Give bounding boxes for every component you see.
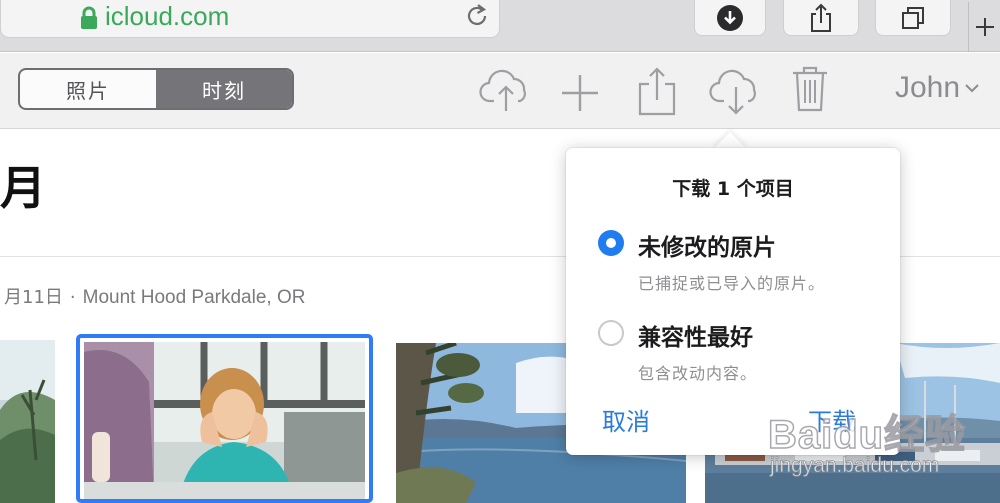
segment-photos[interactable]: 照片 xyxy=(20,70,156,108)
downloads-button[interactable] xyxy=(694,0,766,36)
show-tabs-button[interactable] xyxy=(875,0,951,36)
url-text: icloud.com xyxy=(105,1,230,31)
radio-most-compatible[interactable] xyxy=(598,320,624,346)
share-icon[interactable] xyxy=(636,66,678,116)
moment-header: 月11日 · Mount Hood Parkdale, OR xyxy=(4,283,305,309)
plus-icon xyxy=(975,18,994,36)
cloud-upload-icon[interactable] xyxy=(478,67,534,113)
option-label-unmodified-original[interactable]: 未修改的原片 xyxy=(638,228,776,262)
watermark-brand: Baidu经验 xyxy=(767,412,967,458)
watermark-url: jingyan.baidu.com xyxy=(770,454,940,478)
moment-separator: · xyxy=(69,287,76,308)
lock-icon xyxy=(81,6,97,29)
user-name: John xyxy=(895,71,961,104)
user-menu[interactable]: John xyxy=(895,71,980,105)
cancel-button[interactable]: 取消 xyxy=(602,402,650,437)
segment-moments[interactable]: 时刻 xyxy=(156,70,292,108)
browser-share-button[interactable] xyxy=(783,0,859,36)
tabs-icon xyxy=(902,6,924,29)
view-segmented-control: 照片 时刻 xyxy=(18,68,294,110)
plus-icon[interactable] xyxy=(560,73,600,113)
chevron-down-icon xyxy=(965,84,979,93)
trash-icon[interactable] xyxy=(790,65,830,113)
popover-title: 下载 1 个项目 xyxy=(672,178,794,200)
photo-thumbnail[interactable] xyxy=(0,340,55,503)
moment-location[interactable]: Mount Hood Parkdale, OR xyxy=(83,287,306,308)
cloud-download-icon[interactable] xyxy=(708,67,764,117)
photos-toolbar: 照片 时刻 John xyxy=(0,53,1000,129)
option-label-most-compatible[interactable]: 兼容性最好 xyxy=(638,318,753,352)
download-icon xyxy=(717,4,743,31)
page-title: 月 xyxy=(0,161,46,215)
new-tab-button[interactable] xyxy=(968,2,1000,52)
radio-unmodified-original[interactable] xyxy=(598,230,624,256)
watermark: Baidu经验 jingyan.baidu.com xyxy=(767,402,1000,492)
moment-date: 月11日 xyxy=(4,287,63,308)
reload-icon[interactable] xyxy=(463,2,491,30)
browser-toolbar: icloud.com xyxy=(0,0,1000,52)
option-description-most-compatible: 包含改动内容。 xyxy=(638,364,758,383)
option-description-unmodified-original: 已捕捉或已导入的原片。 xyxy=(638,274,826,293)
photo-thumbnail-selected[interactable] xyxy=(76,334,373,503)
address-bar[interactable]: icloud.com xyxy=(0,0,500,38)
share-icon xyxy=(811,3,831,32)
